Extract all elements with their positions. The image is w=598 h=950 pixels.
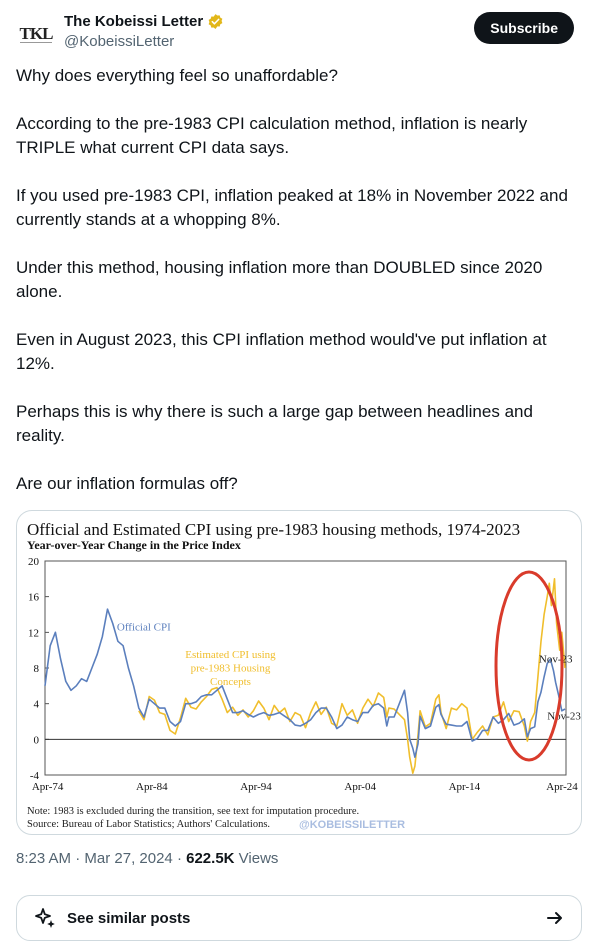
chart-subtitle: Year-over-Year Change in the Price Index [27,538,241,552]
chart-annotations: Official CPI Estimated CPI using pre-1983 … [117,622,581,723]
post-header: TKL The Kobeissi Letter @KobeissiLetter … [16,10,574,54]
series-estimated-cpi [138,578,566,774]
tweet-text: Why does everything feel so unaffordable… [16,64,586,520]
chart-annotation: Nov-23 [539,654,573,666]
x-tick-label: Apr-94 [240,781,272,793]
y-tick-label: 4 [34,699,40,711]
chart-annotation: Concepts [210,676,251,688]
plot-frame [44,560,567,776]
chart-source: Source: Bureau of Labor Statistics; Auth… [27,819,270,830]
series-lines [44,578,566,774]
y-tick-label: 8 [34,663,40,675]
y-tick-label: 0 [34,734,40,746]
views-label: Views [238,850,279,867]
separator-dot: · [176,850,187,867]
chart-annotation: Nov-23 [547,711,581,723]
chart-image[interactable]: Official and Estimated CPI using pre-198… [16,510,582,835]
y-axis-ticks: 201612840-4 [28,556,49,782]
x-axis-ticks: Apr-74 Apr-84 Apr-94 Apr-04 Apr-14 Apr-24 [32,781,578,793]
post-meta: 8:23 AM · Mar 27, 2024 · 622.5K Views [16,850,278,867]
post-time[interactable]: 8:23 AM [16,850,71,867]
separator-dot: · [75,850,85,867]
verified-badge-icon [208,14,223,29]
x-tick-label: Apr-24 [546,781,578,793]
y-tick-label: 20 [28,556,40,568]
cpi-chart: Official and Estimated CPI using pre-198… [27,520,581,831]
watermark: @KOBEISSILETTER [299,819,405,831]
chart-title: Official and Estimated CPI using pre-198… [27,520,520,539]
author-name-row[interactable]: The Kobeissi Letter [64,13,224,30]
arrow-right-icon [547,912,562,924]
author-handle[interactable]: @KobeissiLetter [64,33,224,50]
post-date[interactable]: Mar 27, 2024 [84,850,172,867]
tweet-paragraph: Under this method, housing inflation mor… [16,258,543,301]
y-tick-label: 12 [28,627,39,639]
x-tick-label: Apr-84 [136,781,168,793]
views-count: 622.5K [186,850,235,867]
tweet-paragraph: Perhaps this is why there is such a larg… [16,402,533,445]
avatar-underline [20,42,52,43]
x-tick-label: Apr-74 [32,781,64,793]
subscribe-button[interactable]: Subscribe [474,12,574,44]
see-similar-label: See similar posts [67,909,191,927]
tweet-paragraph: If you used pre-1983 CPI, inflation peak… [16,186,568,229]
see-similar-posts-button[interactable]: See similar posts [16,895,582,941]
author-info: The Kobeissi Letter @KobeissiLetter [64,13,224,50]
y-tick-label: 16 [28,592,40,604]
tweet-paragraph: Are our inflation formulas off? [16,474,238,493]
x-tick-label: Apr-04 [344,781,376,793]
author-name[interactable]: The Kobeissi Letter [64,13,203,30]
chart-annotation: pre-1983 Housing [191,663,271,675]
x-tick-label: Apr-14 [449,781,481,793]
chart-annotation: Official CPI [117,622,171,634]
chart-annotation: Estimated CPI using [185,649,276,661]
tweet-paragraph: According to the pre-1983 CPI calculatio… [16,114,528,157]
tweet-paragraph: Why does everything feel so unaffordable… [16,66,338,85]
avatar[interactable]: TKL [16,14,56,54]
tweet-paragraph: Even in August 2023, this CPI inflation … [16,330,547,373]
chart-note: Note: 1983 is excluded during the transi… [27,806,359,817]
sparkle-icon [35,908,55,928]
avatar-logo-text: TKL [19,24,54,43]
